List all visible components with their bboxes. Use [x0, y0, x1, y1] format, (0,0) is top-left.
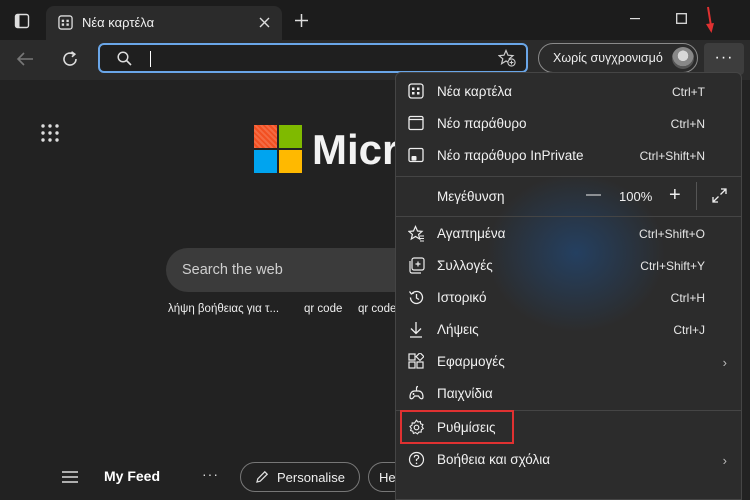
suggestion-link[interactable]: qr code	[358, 303, 396, 315]
favorites-star-icon	[408, 225, 426, 243]
menu-item-collections[interactable]: Συλλογές Ctrl+Shift+Y	[396, 250, 741, 282]
menu-item-label: Συλλογές	[437, 258, 493, 273]
minimize-icon[interactable]	[630, 18, 640, 20]
red-annotation-arrow-icon	[703, 6, 717, 34]
menu-item-label: Ιστορικό	[437, 290, 487, 305]
tab-title: Νέα καρτέλα	[82, 15, 155, 30]
chevron-right-icon: ›	[722, 355, 727, 370]
close-tab-icon[interactable]	[259, 17, 270, 28]
help-question-icon	[408, 451, 426, 469]
menu-item-favorites[interactable]: Αγαπημένα Ctrl+Shift+O	[396, 218, 741, 250]
new-tab-icon	[408, 83, 426, 101]
tab-new-tab[interactable]: Νέα καρτέλα	[46, 6, 282, 40]
avatar	[672, 47, 694, 69]
menu-item-shortcut: Ctrl+Shift+N	[639, 149, 705, 163]
menu-item-history[interactable]: Ιστορικό Ctrl+H	[396, 282, 741, 314]
apps-launcher-icon[interactable]	[41, 124, 59, 142]
zoom-in-button[interactable]: +	[669, 184, 681, 207]
hamburger-menu-icon[interactable]	[62, 471, 78, 483]
title-bar: Νέα καρτέλα	[0, 0, 750, 40]
menu-item-zoom: Μεγέθυνση — 100% +	[396, 179, 741, 213]
menu-item-label: Νέο παράθυρο	[437, 116, 527, 131]
my-feed-tab[interactable]: My Feed	[104, 468, 160, 484]
menu-item-label: Βοήθεια και σχόλια	[437, 452, 551, 467]
history-clock-icon	[408, 289, 426, 307]
settings-highlight-box	[400, 410, 514, 444]
settings-and-more-button[interactable]: ···	[704, 43, 744, 75]
menu-item-new-inprivate-window[interactable]: Νέο παράθυρο InPrivate Ctrl+Shift+N	[396, 140, 741, 172]
zoom-level: 100%	[619, 189, 653, 204]
menu-item-label: Νέο παράθυρο InPrivate	[437, 148, 584, 163]
personalise-button[interactable]: Personalise	[240, 462, 360, 492]
back-arrow-icon[interactable]	[16, 51, 34, 67]
menu-item-new-tab[interactable]: Νέα καρτέλα Ctrl+T	[396, 76, 741, 108]
games-controller-icon	[408, 385, 426, 403]
menu-item-shortcut: Ctrl+Shift+Y	[640, 259, 705, 273]
menu-item-games[interactable]: Παιχνίδια	[396, 378, 741, 410]
profile-sync-button[interactable]: Χωρίς συγχρονισμό	[538, 43, 698, 73]
web-search-input[interactable]: Search the web	[166, 248, 426, 292]
chevron-right-icon: ›	[722, 453, 727, 468]
collections-icon	[408, 257, 426, 275]
menu-item-shortcut: Ctrl+J	[673, 323, 705, 337]
inprivate-window-icon	[408, 147, 426, 165]
help-pill-label: He	[379, 470, 396, 485]
menu-item-label: Αγαπημένα	[437, 226, 506, 241]
web-search-placeholder: Search the web	[182, 262, 283, 278]
menu-item-shortcut: Ctrl+Shift+O	[638, 227, 705, 241]
microsoft-logo-icon	[254, 125, 302, 173]
menu-item-shortcut: Ctrl+H	[670, 291, 705, 305]
personalise-label: Personalise	[277, 470, 345, 485]
menu-separator	[396, 176, 741, 177]
menu-item-new-window[interactable]: Νέο παράθυρο Ctrl+N	[396, 108, 741, 140]
zoom-out-button[interactable]: —	[586, 186, 601, 203]
menu-item-label: Παιχνίδια	[437, 386, 493, 401]
menu-item-help-and-feedback[interactable]: Βοήθεια και σχόλια ›	[396, 444, 741, 476]
text-caret	[150, 51, 151, 67]
address-bar-input[interactable]	[98, 43, 528, 73]
menu-item-label: Λήψεις	[437, 322, 479, 337]
menu-separator	[396, 216, 741, 217]
download-arrow-icon	[408, 321, 426, 339]
pencil-icon	[255, 470, 269, 484]
maximize-icon[interactable]	[676, 13, 687, 24]
menu-item-downloads[interactable]: Λήψεις Ctrl+J	[396, 314, 741, 346]
feed-more-options[interactable]: ···	[202, 466, 219, 482]
new-window-icon	[408, 115, 426, 133]
zoom-divider	[696, 182, 697, 210]
zoom-label: Μεγέθυνση	[437, 189, 505, 204]
suggestion-link[interactable]: qr code	[304, 303, 342, 315]
search-icon	[117, 51, 132, 66]
tab-actions-icon[interactable]	[14, 13, 30, 29]
settings-and-more-menu: Νέα καρτέλα Ctrl+T Νέο παράθυρο Ctrl+N Ν…	[395, 72, 742, 500]
new-tab-plus-icon[interactable]	[294, 13, 309, 28]
menu-item-label: Νέα καρτέλα	[437, 84, 512, 99]
menu-item-apps[interactable]: Εφαρμογές ›	[396, 346, 741, 378]
fullscreen-icon[interactable]	[712, 188, 727, 203]
menu-item-shortcut: Ctrl+N	[670, 117, 705, 131]
feed-bar: My Feed ··· Personalise He	[0, 455, 408, 500]
suggestion-link[interactable]: λήψη βοήθειας για τ...	[168, 303, 279, 315]
refresh-icon[interactable]	[61, 50, 79, 68]
new-tab-page-icon	[58, 15, 73, 30]
menu-item-label: Εφαρμογές	[437, 354, 505, 369]
add-favorite-star-icon[interactable]	[498, 49, 516, 67]
menu-item-shortcut: Ctrl+T	[672, 85, 705, 99]
apps-grid-icon	[408, 353, 426, 371]
sync-status-label: Χωρίς συγχρονισμό	[553, 51, 663, 65]
